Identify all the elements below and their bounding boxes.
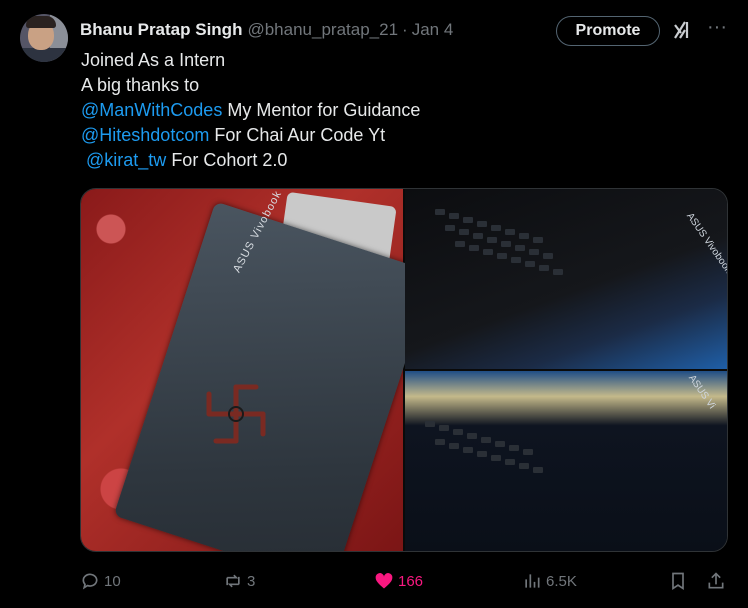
avatar-hair [26,16,56,28]
media-grid: ASUS Vivobook ASUS Vivobook ASUS Vi [80,188,728,552]
mention-link[interactable]: @kirat_tw [86,150,166,170]
avatar[interactable] [20,14,68,62]
mention-link[interactable]: @Hiteshdotcom [81,125,209,145]
repost-icon [226,574,240,588]
laptop-brand-small-text: ASUS Vivobook [683,211,728,276]
like-button[interactable]: 166 [374,568,423,594]
action-bar: 10 3 166 6.5K [0,568,748,594]
tweet-line: @kirat_tw For Cohort 2.0 [81,148,420,173]
reply-icon [82,573,98,590]
tweet-line: @Hiteshdotcom For Chai Aur Code Yt [81,123,420,148]
heart-icon [375,573,393,589]
promote-button[interactable]: Promote [556,16,660,46]
line-text: My Mentor for Guidance [222,100,421,120]
line-text: Joined As a Intern [81,50,226,70]
views-count: 6.5K [546,572,577,590]
like-count: 166 [398,572,424,590]
tweet-line: Joined As a Intern [81,48,420,73]
views-chart-icon [525,574,540,588]
more-options-icon[interactable]: ··· [706,17,728,41]
author-handle[interactable]: @bhanu_pratap_21 [247,20,398,40]
share-icon [708,572,724,589]
swastika-symbol-icon [206,384,266,444]
tweet-line: A big thanks to [81,73,420,98]
laptop-brand-small-text: ASUS Vi [685,373,718,412]
line-text: For Cohort 2.0 [166,150,288,170]
photo-laptop-lid[interactable]: ASUS Vivobook [81,189,435,551]
tweet-date[interactable]: Jan 4 [412,20,454,40]
tweet-header: Bhanu Pratap Singh @bhanu_pratap_21 · Ja… [80,18,453,42]
repost-count: 3 [247,572,256,590]
views-button[interactable]: 6.5K [522,568,577,594]
reply-button[interactable]: 10 [80,568,121,594]
tweet-line: @ManWithCodes My Mentor for Guidance [81,98,420,123]
repost-button[interactable]: 3 [223,568,255,594]
mention-link[interactable]: @ManWithCodes [81,100,222,120]
bookmark-icon [672,572,684,591]
tweet-text: Joined As a Intern A big thanks to @ManW… [81,48,420,173]
share-button[interactable] [706,568,726,594]
separator-dot: · [402,20,408,39]
bookmark-button[interactable] [668,568,688,594]
reply-count: 10 [104,572,121,590]
line-text: A big thanks to [81,75,200,95]
photo-keyboard-top[interactable]: ASUS Vivobook [405,189,728,369]
photo-keyboard-bottom[interactable]: ASUS Vi [405,371,727,551]
line-text: For Chai Aur Code Yt [209,125,386,145]
avatar-shirt [20,48,68,62]
author-name[interactable]: Bhanu Pratap Singh [80,20,242,40]
grok-icon[interactable] [672,19,694,41]
